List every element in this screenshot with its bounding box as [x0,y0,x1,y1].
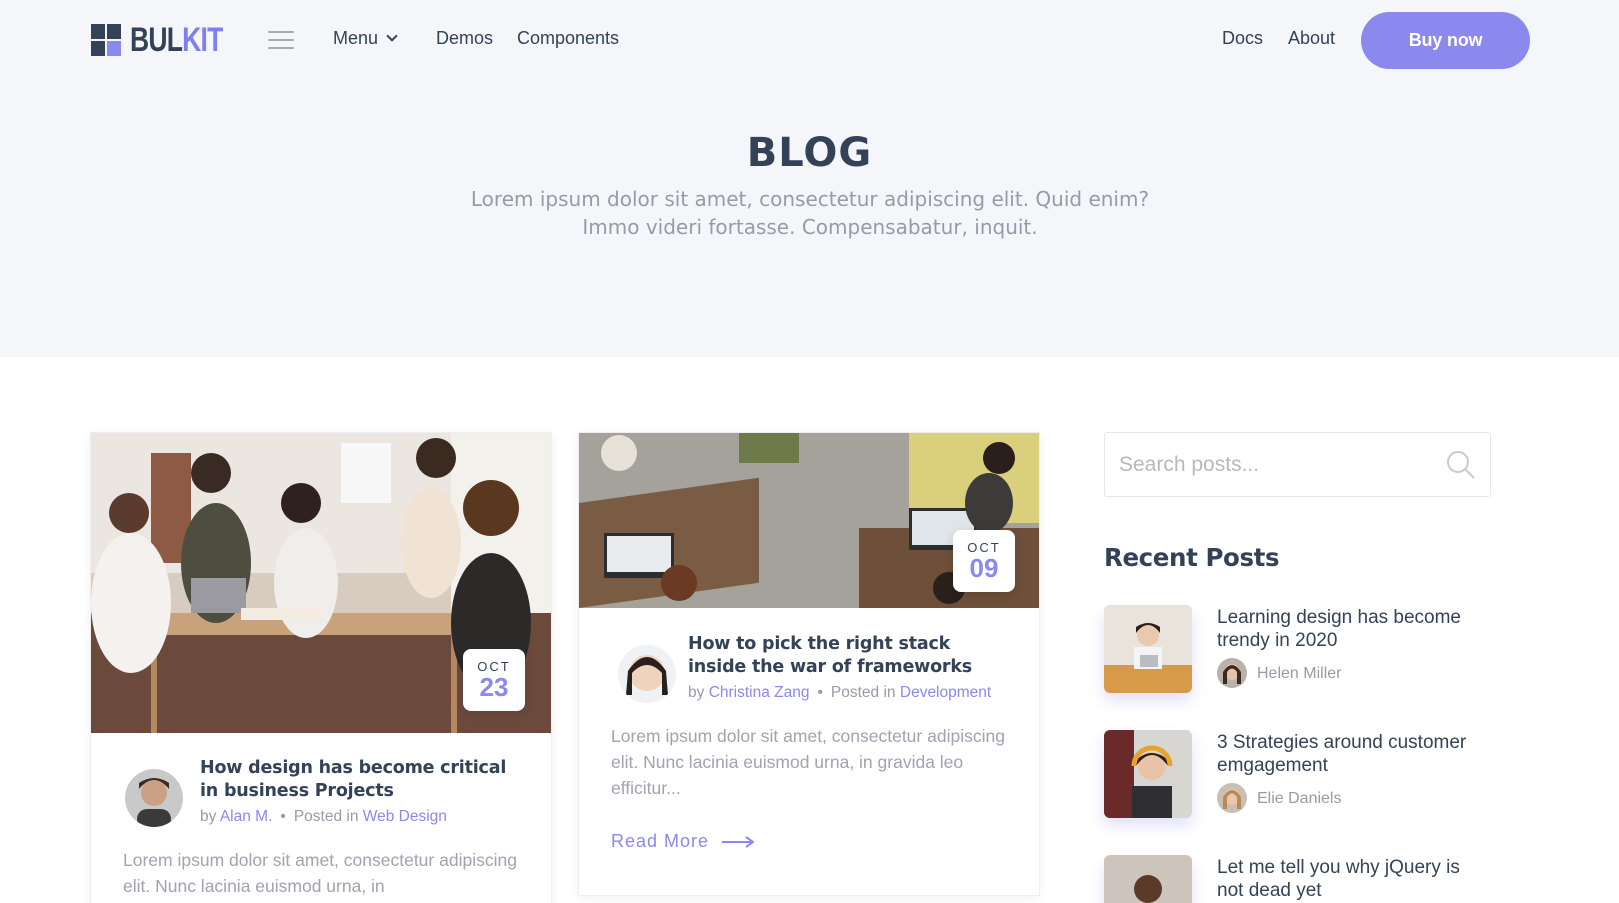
recent-post-author: Elie Daniels [1257,790,1342,807]
hamburger-menu-icon[interactable] [268,31,294,49]
recent-post-thumbnail[interactable] [1104,855,1192,903]
nav-menu-dropdown[interactable]: Menu [333,28,398,49]
category-link[interactable]: Web Design [363,808,447,825]
recent-post-title[interactable]: Let me tell you why jQuery is not dead y… [1217,856,1487,902]
category-link[interactable]: Development [900,684,991,701]
post-title[interactable]: How design has become critical in busine… [200,757,520,803]
arrow-right-icon [722,835,755,848]
recent-post-title[interactable]: 3 Strategies around customer emgagement [1217,731,1487,777]
logo-text: BULKIT [130,21,223,59]
avatar [1217,658,1247,688]
post-meta: by Alan M. • Posted in Web Design [200,808,447,825]
chevron-down-icon [386,30,398,42]
nav-demos-link[interactable]: Demos [436,28,493,49]
logo-mark-icon [91,24,121,56]
author-link[interactable]: Christina Zang [709,684,810,701]
date-day: 23 [479,672,509,702]
date-day: 09 [969,553,999,583]
blog-card[interactable]: OCT 23 How design has become critical in… [90,432,552,903]
date-badge: OCT 09 [953,530,1015,592]
read-more-label: Read More [611,831,710,851]
post-image[interactable]: OCT 23 [91,433,551,733]
navbar: BULKIT Menu Demos Components Docs About … [0,0,1619,80]
post-excerpt: Lorem ipsum dolor sit amet, consectetur … [611,726,1005,798]
post-title[interactable]: How to pick the right stack inside the w… [688,633,1008,679]
recent-post-thumbnail[interactable] [1104,605,1192,693]
search-box [1104,432,1491,497]
author-link[interactable]: Alan M. [220,808,273,825]
read-more-link[interactable]: Read More [611,831,755,852]
avatar [1217,783,1247,813]
recent-post-title[interactable]: Learning design has become trendy in 202… [1217,606,1487,652]
nav-docs-link[interactable]: Docs [1222,28,1263,49]
nav-about-link[interactable]: About [1288,28,1335,49]
search-input[interactable] [1119,451,1439,479]
hero-subtitle: Lorem ipsum dolor sit amet, consectetur … [470,187,1150,239]
blog-card[interactable]: OCT 09 How to pick the right stack insid… [578,432,1040,896]
post-meta: by Christina Zang • Posted in Development [688,684,992,701]
avatar[interactable] [618,645,676,703]
avatar[interactable] [125,769,183,827]
search-icon[interactable] [1445,449,1477,481]
recent-post-author: Helen Miller [1257,665,1342,682]
recent-post-thumbnail[interactable] [1104,730,1192,818]
nav-components-link[interactable]: Components [517,28,619,49]
logo[interactable]: BULKIT [91,21,249,59]
nav-menu-label: Menu [333,28,379,48]
post-excerpt: Lorem ipsum dolor sit amet, consectetur … [123,850,517,896]
page-title: BLOG [746,130,873,176]
date-badge: OCT 23 [463,649,525,711]
buy-now-button[interactable]: Buy now [1361,12,1530,69]
post-image[interactable]: OCT 09 [579,433,1039,608]
recent-posts-heading: Recent Posts [1104,543,1280,572]
hero-section: BLOG Lorem ipsum dolor sit amet, consect… [0,80,1619,357]
